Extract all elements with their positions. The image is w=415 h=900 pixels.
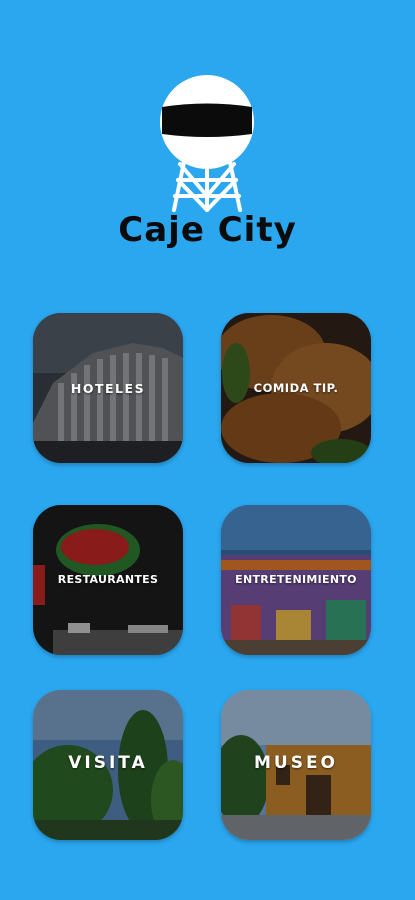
tile-label: COMIDA TIP. [253,381,339,395]
tile-visita[interactable]: VISITA [33,690,183,840]
app-title: Caje City [118,210,297,250]
tile-label: HOTELES [70,381,146,396]
app-logo: Caje City [0,0,415,270]
tile-label: VISITA [68,753,148,773]
tile-comida-tipica[interactable]: COMIDA TIP. [221,313,371,463]
tile-restaurantes[interactable]: RESTAURANTES [33,505,183,655]
tile-hoteles[interactable]: HOTELES [33,313,183,463]
tile-label: MUSEO [253,753,339,773]
tile-label: RESTAURANTES [57,573,159,586]
tile-label: ENTRETENIMIENTO [235,573,357,586]
tile-museo[interactable]: MUSEO [221,690,371,840]
tile-entretenimiento[interactable]: ENTRETENIMIENTO [221,505,371,655]
water-tower-icon [160,75,254,212]
